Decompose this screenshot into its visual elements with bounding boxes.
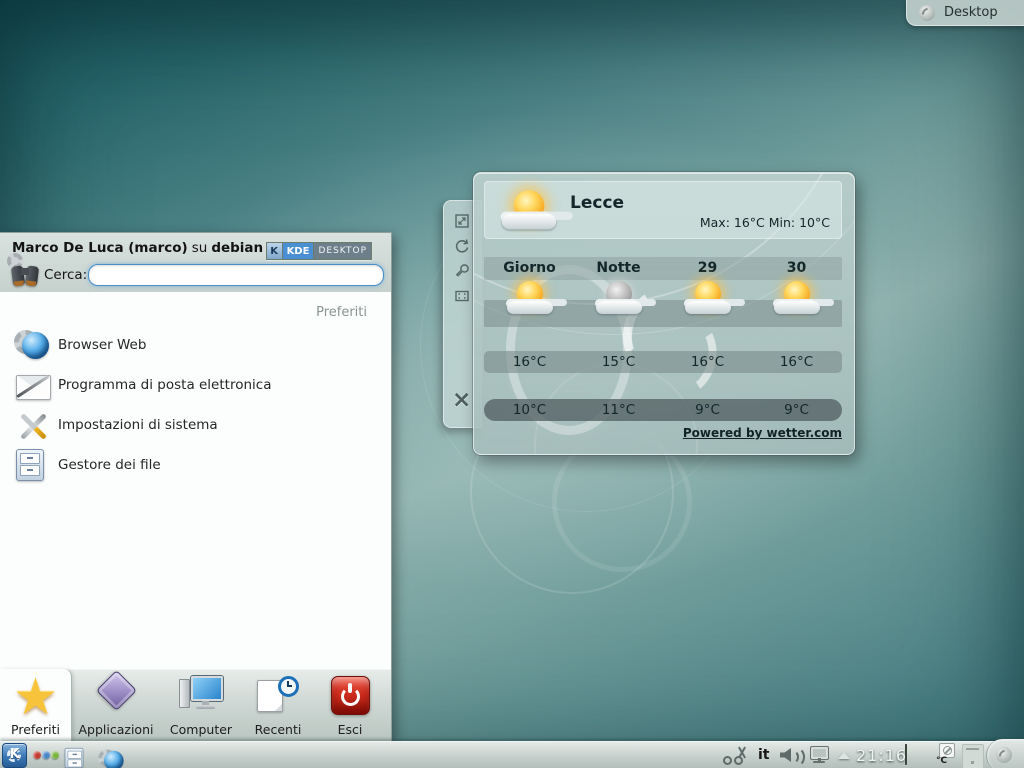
day-temp: 16°C: [752, 351, 841, 373]
favorite-label: Impostazioni di sistema: [58, 417, 218, 433]
launcher-user-title: Marco De Luca (marco)sudebian: [12, 240, 267, 256]
computer-icon: [178, 676, 224, 718]
tab-label: Preferiti: [0, 722, 71, 737]
day-temperatures-row: 16°C15°C16°C16°C: [484, 351, 842, 373]
weather-widget: Lecce Max: 16°C Min: 10°C GiornoNotte293…: [473, 172, 855, 455]
digital-clock[interactable]: 21:16: [856, 746, 907, 765]
desktop-toolbox-label: Desktop: [944, 5, 998, 20]
power-icon: [327, 676, 373, 718]
sun-cloud-icon: [496, 188, 562, 240]
badge-desktop-label: DESKTOP: [314, 243, 371, 259]
badge-kde-label: KDE: [283, 243, 315, 259]
night-temp: 9°C: [663, 399, 752, 421]
tab-preferiti[interactable]: ★ Preferiti: [0, 670, 71, 742]
weather-city: Lecce: [570, 193, 624, 213]
sun-cloud-icon: [769, 279, 825, 323]
host-name: debian: [211, 240, 263, 256]
night-temperatures-row: 10°C11°C9°C9°C: [484, 399, 842, 421]
night-temp: 9°C: [752, 399, 841, 421]
favorite-label: Programma di posta elettronica: [58, 377, 271, 393]
rotate-icon[interactable]: [454, 238, 470, 254]
tab-label: Computer: [160, 722, 242, 737]
col-header: Giorno: [485, 257, 574, 280]
search-label: Cerca:: [44, 267, 87, 283]
globe-gear-icon: [16, 329, 52, 363]
kde-diamond-icon: [93, 676, 139, 718]
crossed-tools-icon: [16, 409, 52, 443]
cashew-icon: [996, 747, 1012, 763]
configure-wrench-icon[interactable]: [454, 263, 470, 279]
pager-dot-blue[interactable]: [42, 751, 50, 759]
star-icon: ★: [13, 676, 59, 718]
day-temp: 16°C: [663, 351, 752, 373]
tab-recenti[interactable]: Recenti: [246, 670, 310, 742]
tab-label: Recenti: [246, 722, 310, 737]
moon-cloud-icon: [591, 279, 647, 323]
resize-icon[interactable]: [454, 213, 470, 229]
mail-pen-icon: [16, 369, 52, 403]
col-header: 30: [752, 257, 841, 280]
day-temp: 15°C: [574, 351, 663, 373]
favorite-item-filemanager[interactable]: Gestore dei file: [0, 446, 383, 486]
weather-max-min: Max: 16°C Min: 10°C: [700, 215, 830, 230]
desktop: Desktop × Lecce: [0, 0, 1024, 768]
sun-cloud-icon: [502, 279, 558, 323]
favorite-item-mail[interactable]: Programma di posta elettronica: [0, 366, 383, 406]
night-temp: 10°C: [485, 399, 574, 421]
favorite-item-browser[interactable]: Browser Web: [0, 326, 383, 366]
tab-label: Esci: [312, 722, 388, 737]
cashew-icon: [919, 5, 935, 21]
weather-header: Lecce Max: 16°C Min: 10°C: [484, 181, 842, 239]
tab-computer[interactable]: Computer: [160, 670, 242, 742]
tab-applicazioni[interactable]: Applicazioni: [76, 670, 156, 742]
launcher-tab-bar: ★ Preferiti Applicazioni Computer Recent…: [0, 669, 391, 742]
kmenu-button[interactable]: K: [2, 743, 27, 768]
document-clock-icon: [255, 676, 301, 718]
kde-logo-icon: K: [267, 243, 283, 259]
terminal-icon[interactable]: >_: [905, 744, 907, 765]
tray-expander-icon[interactable]: [838, 752, 850, 759]
tab-label: Applicazioni: [76, 722, 156, 737]
launcher-header: Marco De Luca (marco)sudebian K KDE DESK…: [0, 233, 391, 292]
filemanager-launcher-icon[interactable]: [61, 744, 87, 768]
night-temp: 11°C: [574, 399, 663, 421]
pager-dot-green[interactable]: [51, 751, 59, 759]
favorite-label: Browser Web: [58, 337, 146, 353]
day-temp: 16°C: [485, 351, 574, 373]
kickoff-launcher: Marco De Luca (marco)sudebian K KDE DESK…: [0, 232, 392, 741]
favorite-item-systemsettings[interactable]: Impostazioni di sistema: [0, 406, 383, 446]
search-input[interactable]: [88, 264, 384, 286]
kde-desktop-badge: K KDE DESKTOP: [266, 242, 372, 260]
user-name: Marco De Luca (marco): [12, 240, 188, 256]
pager-dot-red[interactable]: [33, 751, 41, 759]
panel-toolbox-cashew[interactable]: [986, 739, 1024, 768]
panel-mini-widget[interactable]: [962, 744, 984, 768]
sun-cloud-icon: [680, 279, 736, 323]
col-header: Notte: [574, 257, 663, 280]
bottom-panel: K it 21:16 >_ °C: [0, 741, 1024, 768]
section-header: Preferiti: [316, 305, 367, 320]
wetter-credit-link[interactable]: Powered by wetter.com: [683, 426, 842, 440]
browser-launcher-icon[interactable]: [95, 744, 119, 768]
launcher-favorites-view: Preferiti Browser Web Programma di posta…: [0, 292, 391, 669]
user-connector: su: [192, 240, 208, 256]
favorite-label: Gestore dei file: [58, 457, 161, 473]
desktop-toolbox[interactable]: Desktop: [906, 0, 1024, 26]
tab-esci[interactable]: Esci: [312, 670, 388, 742]
forecast-icons-row: [484, 279, 842, 325]
col-header: 29: [663, 257, 752, 280]
maximize-icon[interactable]: [454, 288, 470, 304]
close-icon[interactable]: ×: [452, 389, 471, 412]
file-cabinet-icon: [16, 449, 52, 483]
forecast-column-headers: GiornoNotte2930: [484, 257, 842, 280]
keyboard-layout-indicator[interactable]: it: [758, 747, 770, 763]
